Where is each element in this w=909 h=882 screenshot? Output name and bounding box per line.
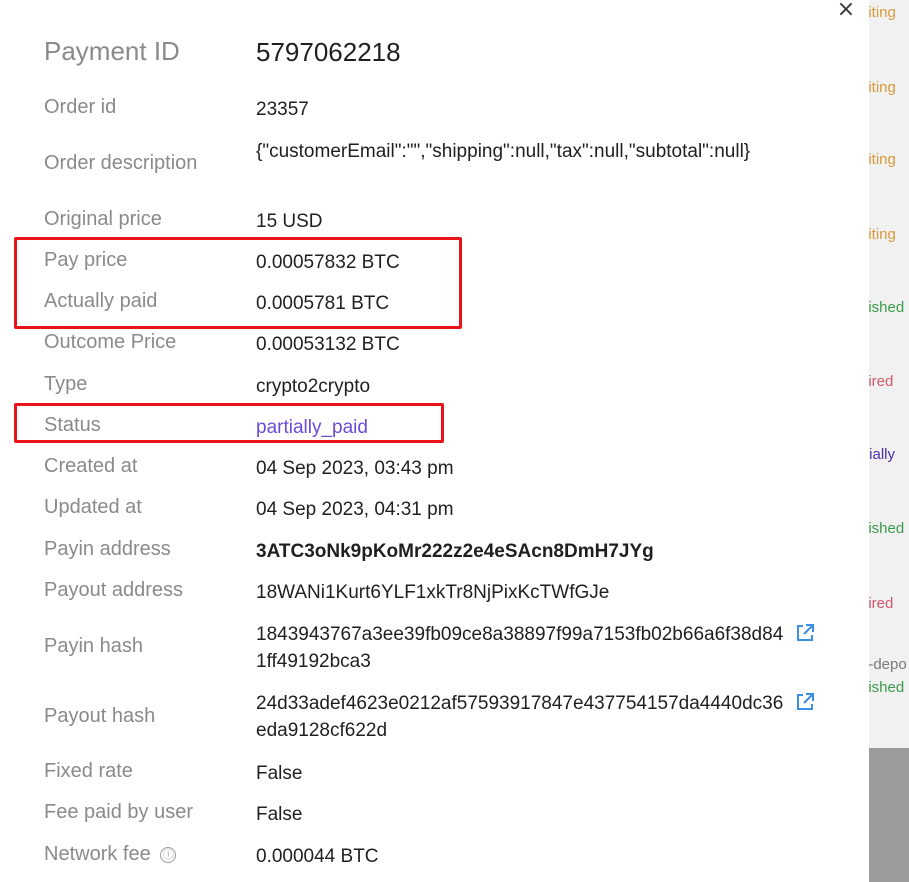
field-label: Fixed rate <box>44 760 133 782</box>
highlight-box-status <box>14 403 444 443</box>
info-icon[interactable]: ⓘ <box>160 847 177 863</box>
outcome-price-value: 0.00053132 BTC <box>256 334 400 355</box>
payout-hash-value: 24d33adef4623e0212af57593917847e43775415… <box>256 693 784 741</box>
order-description-value: {"customerEmail":"","shipping":null,"tax… <box>256 141 751 162</box>
fixed-rate-value: False <box>256 763 303 784</box>
original-price-value: 15 USD <box>256 211 323 232</box>
payment-id-value: 5797062218 <box>256 37 401 67</box>
field-label: Order description <box>44 152 198 174</box>
field-label: Payout address <box>44 579 183 601</box>
field-label: Network fee <box>44 843 151 865</box>
background-overlay <box>869 748 909 882</box>
type-value: crypto2crypto <box>256 376 371 397</box>
field-label: Created at <box>44 455 138 477</box>
field-label: Fee paid by user <box>44 801 193 823</box>
payout-address-value: 18WANi1Kurt6YLF1xkTr8NjPixKcTWfGJe <box>256 582 610 603</box>
field-label: Original price <box>44 208 162 230</box>
close-icon[interactable]: × <box>833 0 859 22</box>
payin-address-value: 3ATC3oNk9pKoMr222z2e4eSAcn8DmH7JYg <box>256 541 654 562</box>
updated-at-value: 04 Sep 2023, 04:31 pm <box>256 499 454 520</box>
external-link-icon[interactable] <box>794 691 816 713</box>
network-fee-value: 0.000044 BTC <box>256 846 379 867</box>
order-id-value: 23357 <box>256 99 309 120</box>
payment-id-label: Payment ID <box>44 36 180 66</box>
field-label: Updated at <box>44 496 142 518</box>
field-label: Outcome Price <box>44 331 177 353</box>
field-label: Payout hash <box>44 705 156 727</box>
created-at-value: 04 Sep 2023, 03:43 pm <box>256 458 454 479</box>
field-label: Payin hash <box>44 635 143 657</box>
field-label: Payin address <box>44 538 171 560</box>
highlight-box-prices <box>14 237 462 329</box>
field-label: Type <box>44 373 88 395</box>
network-fee-label-group: Network fee ⓘ <box>44 843 177 866</box>
fee-paid-by-user-value: False <box>256 804 303 825</box>
external-link-icon[interactable] <box>794 622 816 644</box>
payin-hash-value: 1843943767a3ee39fb09ce8a38897f99a7153fb0… <box>256 624 784 672</box>
payment-id-row: Payment ID 5797062218 <box>44 36 834 72</box>
payment-details-modal: × Payment ID 5797062218 Order id 23357 O… <box>0 0 869 882</box>
field-label: Order id <box>44 96 117 118</box>
